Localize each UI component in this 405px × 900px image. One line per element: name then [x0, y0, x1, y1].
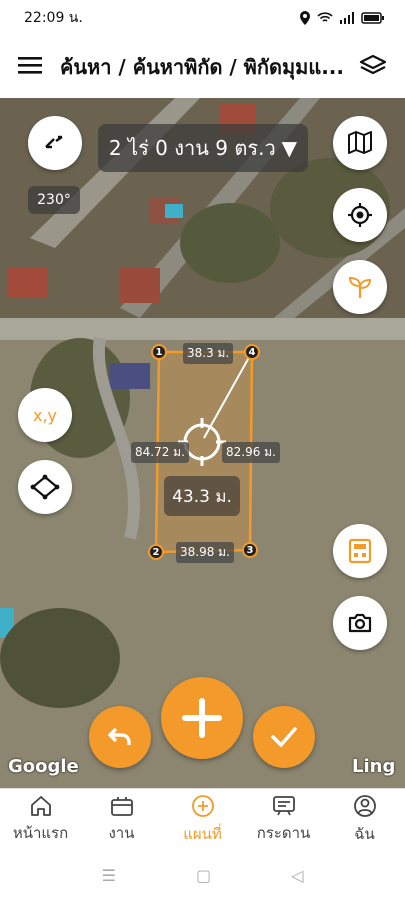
confirm-button[interactable]	[253, 706, 315, 768]
map-view[interactable]: 2 ไร่ 0 งาน 9 ตร.ว ▼ 230° x,y 1 4 2 3 38…	[0, 98, 405, 788]
nav-map-label: แผนที่	[183, 824, 222, 843]
back-icon[interactable]: ◁	[291, 866, 303, 885]
page-title: ค้นหา / ค้นหาพิกัด / พิกัดมุมแ...	[60, 55, 345, 79]
vertex-2[interactable]: 2	[148, 544, 164, 560]
nav-me-label: ฉัน	[354, 824, 375, 843]
bottom-navigation: หน้าแรก งาน แผนที่ กระดาน ฉัน	[0, 788, 405, 850]
nav-jobs[interactable]: งาน	[81, 789, 162, 850]
status-icons	[299, 11, 385, 25]
nav-home-label: หน้าแรก	[12, 823, 69, 842]
vertex-4[interactable]: 4	[244, 344, 260, 360]
board-icon	[272, 795, 295, 815]
header: ค้นหา / ค้นหาพิกัด / พิกัดมุมแ...	[0, 36, 405, 98]
calculator-button[interactable]	[333, 524, 387, 578]
briefcase-icon	[110, 796, 133, 816]
signal-icon	[340, 12, 354, 24]
home-icon	[30, 795, 51, 816]
nav-map[interactable]: แผนที่	[162, 789, 243, 850]
nav-board[interactable]: กระดาน	[243, 789, 324, 850]
status-time: 22:09 น.	[24, 10, 83, 26]
home-square-icon[interactable]: ▢	[196, 866, 211, 885]
wifi-icon	[317, 12, 333, 22]
nav-jobs-label: งาน	[108, 823, 135, 842]
layers-icon[interactable]	[359, 53, 387, 81]
plus-icon	[182, 698, 222, 738]
status-bar: 22:09 น.	[0, 0, 405, 36]
nav-home[interactable]: หน้าแรก	[0, 789, 81, 850]
add-point-button[interactable]	[161, 677, 243, 759]
user-icon	[353, 794, 376, 817]
undo-icon	[108, 727, 131, 745]
measure-center: 43.3 ม.	[164, 476, 240, 516]
add-circle-icon	[191, 794, 214, 817]
measure-bottom: 38.98 ม.	[176, 542, 234, 563]
measure-right: 82.96 ม.	[222, 442, 280, 463]
calculator-icon	[348, 538, 372, 564]
undo-button[interactable]	[89, 706, 151, 768]
check-icon	[271, 727, 297, 747]
nav-board-label: กระดาน	[256, 823, 311, 842]
nav-me[interactable]: ฉัน	[324, 789, 405, 850]
ling-attribution: Ling	[352, 756, 396, 777]
measure-top: 38.3 ม.	[183, 343, 234, 364]
location-icon	[300, 11, 310, 25]
vertex-1[interactable]: 1	[151, 344, 167, 360]
recents-icon[interactable]: ☰	[102, 866, 116, 885]
vertex-3[interactable]: 3	[242, 542, 258, 558]
camera-button[interactable]	[333, 596, 387, 650]
google-attribution: Google	[8, 756, 79, 777]
hamburger-icon[interactable]	[18, 55, 42, 79]
measure-left: 84.72 ม.	[131, 442, 189, 463]
system-navigation: ☰ ▢ ◁	[0, 850, 405, 900]
camera-icon	[348, 613, 372, 633]
battery-icon	[361, 12, 384, 24]
